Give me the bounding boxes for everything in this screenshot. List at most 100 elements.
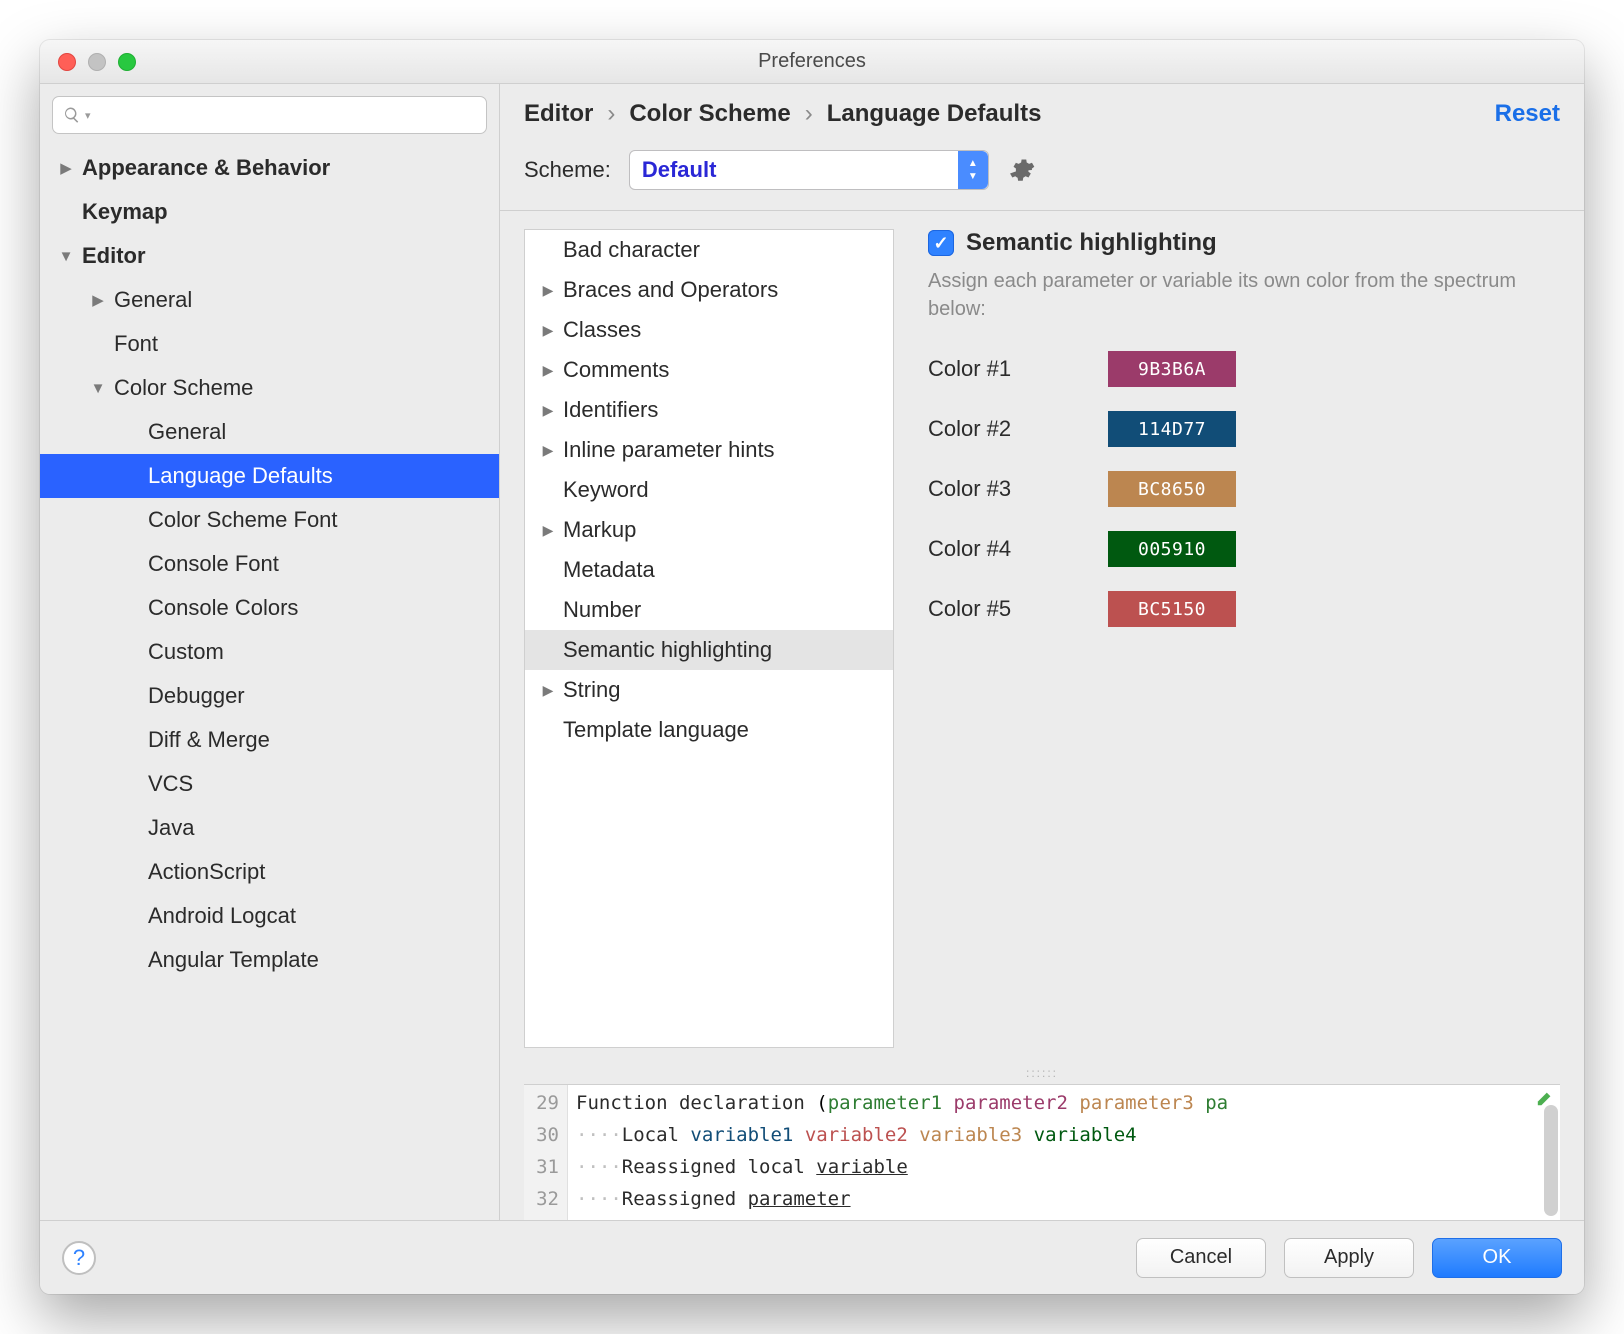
sidebar-item-color-scheme-font[interactable]: Color Scheme Font bbox=[40, 498, 499, 542]
preferences-window: Preferences ▾ ▶Appearance & BehaviorKeym… bbox=[40, 40, 1584, 1294]
ok-button[interactable]: OK bbox=[1432, 1238, 1562, 1278]
vertical-scrollbar[interactable] bbox=[1544, 1105, 1558, 1216]
scheme-row: Scheme: Default ▲▼ bbox=[500, 128, 1584, 210]
category-string[interactable]: ▶String bbox=[525, 670, 893, 710]
sidebar-item-console-font[interactable]: Console Font bbox=[40, 542, 499, 586]
category-classes[interactable]: ▶Classes bbox=[525, 310, 893, 350]
color-name: Color #4 bbox=[928, 536, 1048, 562]
category-markup[interactable]: ▶Markup bbox=[525, 510, 893, 550]
content-split: ▶Bad character ▶ Braces and Operators ▶Clas… bbox=[500, 211, 1584, 1062]
apply-button[interactable]: Apply bbox=[1284, 1238, 1414, 1278]
category-metadata[interactable]: ▶Metadata bbox=[525, 550, 893, 590]
color-swatch[interactable]: 114D77 bbox=[1108, 411, 1236, 447]
category-semantic-highlighting[interactable]: ▶Semantic highlighting bbox=[525, 630, 893, 670]
dialog-footer: ? Cancel Apply OK bbox=[40, 1220, 1584, 1294]
sidebar-item-debugger[interactable]: Debugger bbox=[40, 674, 499, 718]
sidebar-item-console-colors[interactable]: Console Colors bbox=[40, 586, 499, 630]
color-swatch[interactable]: 005910 bbox=[1108, 531, 1236, 567]
sidebar-item-vcs[interactable]: VCS bbox=[40, 762, 499, 806]
color-row-1: Color #1 9B3B6A bbox=[928, 351, 1560, 387]
category-inline-parameter-hints[interactable]: ▶Inline parameter hints bbox=[525, 430, 893, 470]
sidebar-item-label: Keymap bbox=[82, 199, 168, 225]
sidebar-item-label: Custom bbox=[148, 639, 224, 665]
chevron-right-icon: ▶ bbox=[539, 282, 557, 299]
sidebar-item-label: Language Defaults bbox=[148, 463, 333, 489]
sidebar-item-label: Angular Template bbox=[148, 947, 319, 973]
category-braces-and-operators[interactable]: ▶ Braces and Operators bbox=[525, 270, 893, 310]
chevron-down-icon: ▼ bbox=[88, 380, 108, 397]
sidebar-item-label: Debugger bbox=[148, 683, 245, 709]
sidebar-item-font[interactable]: Font bbox=[40, 322, 499, 366]
reset-link[interactable]: Reset bbox=[1495, 100, 1560, 128]
sidebar-item-actionscript[interactable]: ActionScript bbox=[40, 850, 499, 894]
category-bad-character[interactable]: ▶Bad character bbox=[525, 230, 893, 270]
line-number: 30 bbox=[528, 1119, 559, 1151]
sidebar-item-label: Android Logcat bbox=[148, 903, 296, 929]
color-name: Color #1 bbox=[928, 356, 1048, 382]
category-comments[interactable]: ▶Comments bbox=[525, 350, 893, 390]
line-number: 29 bbox=[528, 1087, 559, 1119]
sidebar-item-general[interactable]: General bbox=[40, 410, 499, 454]
breadcrumb-color-scheme[interactable]: Color Scheme bbox=[629, 100, 790, 128]
category-label: String bbox=[563, 677, 620, 703]
main-panel: Editor › Color Scheme › Language Default… bbox=[500, 84, 1584, 1220]
settings-tree[interactable]: ▶Appearance & BehaviorKeymap▼Editor▶Gene… bbox=[40, 146, 499, 1220]
cancel-button[interactable]: Cancel bbox=[1136, 1238, 1266, 1278]
breadcrumb: Editor › Color Scheme › Language Default… bbox=[524, 100, 1560, 128]
color-row-4: Color #4 005910 bbox=[928, 531, 1560, 567]
checkbox-checked-icon[interactable]: ✓ bbox=[928, 230, 954, 256]
sidebar-item-diff-merge[interactable]: Diff & Merge bbox=[40, 718, 499, 762]
category-identifiers[interactable]: ▶Identifiers bbox=[525, 390, 893, 430]
sidebar-item-label: Java bbox=[148, 815, 194, 841]
sidebar-item-general[interactable]: ▶General bbox=[40, 278, 499, 322]
semantic-checkbox-row[interactable]: ✓ Semantic highlighting bbox=[928, 229, 1560, 257]
splitter-grip-icon[interactable]: :::::: bbox=[500, 1062, 1584, 1084]
search-input[interactable] bbox=[95, 105, 476, 126]
sidebar-item-angular-template[interactable]: Angular Template bbox=[40, 938, 499, 982]
semantic-description: Assign each parameter or variable its ow… bbox=[928, 267, 1560, 323]
color-swatch[interactable]: BC5150 bbox=[1108, 591, 1236, 627]
sidebar-item-language-defaults[interactable]: Language Defaults bbox=[40, 454, 499, 498]
category-label: Braces and Operators bbox=[563, 277, 778, 303]
help-button[interactable]: ? bbox=[62, 1241, 96, 1275]
scheme-value: Default bbox=[642, 157, 717, 183]
sidebar-item-label: Font bbox=[114, 331, 158, 357]
sidebar-item-editor[interactable]: ▼Editor bbox=[40, 234, 499, 278]
chevron-right-icon: ▶ bbox=[539, 402, 557, 419]
category-list[interactable]: ▶Bad character ▶ Braces and Operators ▶Clas… bbox=[524, 229, 894, 1048]
sidebar-item-color-scheme[interactable]: ▼Color Scheme bbox=[40, 366, 499, 410]
sidebar-item-label: Color Scheme Font bbox=[148, 507, 338, 533]
category-detail: ✓ Semantic highlighting Assign each para… bbox=[894, 229, 1560, 1048]
category-keyword[interactable]: ▶Keyword bbox=[525, 470, 893, 510]
color-row-5: Color #5BC5150 bbox=[928, 591, 1560, 627]
color-swatch[interactable]: BC8650 bbox=[1108, 471, 1236, 507]
sidebar-item-label: VCS bbox=[148, 771, 193, 797]
scheme-select[interactable]: Default ▲▼ bbox=[629, 150, 989, 190]
sidebar-item-custom[interactable]: Custom bbox=[40, 630, 499, 674]
sidebar-item-android-logcat[interactable]: Android Logcat bbox=[40, 894, 499, 938]
sidebar: ▾ ▶Appearance & BehaviorKeymap▼Editor▶Ge… bbox=[40, 84, 500, 1220]
chevron-right-icon: › bbox=[607, 100, 615, 128]
code-area[interactable]: Function declaration (parameter1 paramet… bbox=[568, 1085, 1560, 1220]
sidebar-item-label: Diff & Merge bbox=[148, 727, 270, 753]
color-swatch[interactable]: 9B3B6A bbox=[1108, 351, 1236, 387]
gear-icon[interactable] bbox=[1007, 156, 1035, 184]
color-row-2: Color #2114D77 bbox=[928, 411, 1560, 447]
category-number[interactable]: ▶Number bbox=[525, 590, 893, 630]
sidebar-item-label: Appearance & Behavior bbox=[82, 155, 330, 181]
sidebar-item-java[interactable]: Java bbox=[40, 806, 499, 850]
breadcrumb-editor[interactable]: Editor bbox=[524, 100, 593, 128]
color-list: Color #1 9B3B6A Color #2114D77 Color #3BC86… bbox=[928, 351, 1560, 627]
color-row-3: Color #3BC8650 bbox=[928, 471, 1560, 507]
sidebar-item-label: General bbox=[148, 419, 226, 445]
chevron-right-icon: ▶ bbox=[88, 291, 108, 309]
sidebar-item-keymap[interactable]: Keymap bbox=[40, 190, 499, 234]
category-template-language[interactable]: ▶Template language bbox=[525, 710, 893, 750]
category-label: Keyword bbox=[563, 477, 649, 503]
window-body: ▾ ▶Appearance & BehaviorKeymap▼Editor▶Ge… bbox=[40, 84, 1584, 1220]
sidebar-item-label: Editor bbox=[82, 243, 146, 269]
sidebar-item-appearance-behavior[interactable]: ▶Appearance & Behavior bbox=[40, 146, 499, 190]
category-label: Metadata bbox=[563, 557, 655, 583]
sidebar-item-label: Console Colors bbox=[148, 595, 298, 621]
search-input-wrapper[interactable]: ▾ bbox=[52, 96, 487, 134]
